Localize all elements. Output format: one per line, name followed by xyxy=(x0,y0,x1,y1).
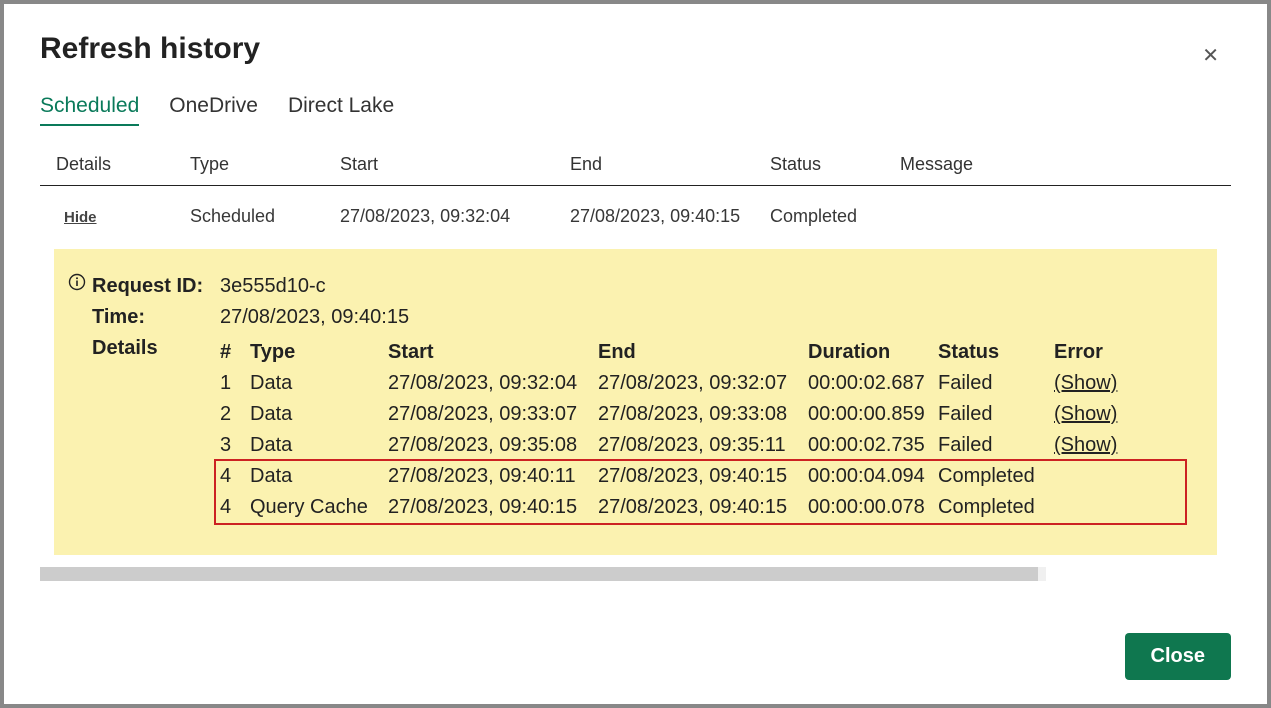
col-details: Details xyxy=(50,154,190,175)
details-label: Details xyxy=(92,333,220,364)
attempt-row: 1Data27/08/2023, 09:32:0427/08/2023, 09:… xyxy=(220,368,1187,399)
time-value: 27/08/2023, 09:40:15 xyxy=(220,302,1187,333)
highlight-frame: 4Data27/08/2023, 09:40:1127/08/2023, 09:… xyxy=(214,459,1187,525)
tab-scheduled[interactable]: Scheduled xyxy=(40,94,139,126)
refresh-history-dialog: Refresh history ✕ Scheduled OneDrive Dir… xyxy=(4,4,1267,704)
attempts-table: # Type Start End Duration Status Error 1… xyxy=(220,337,1187,525)
row-type: Scheduled xyxy=(190,206,340,227)
show-error-link[interactable]: (Show) xyxy=(1054,372,1117,394)
close-icon[interactable]: ✕ xyxy=(1202,46,1219,66)
row-end: 27/08/2023, 09:40:15 xyxy=(570,206,770,227)
row-status: Completed xyxy=(770,206,900,227)
attempt-row: 4Data27/08/2023, 09:40:1127/08/2023, 09:… xyxy=(220,461,1183,492)
close-button[interactable]: Close xyxy=(1125,633,1231,680)
detail-panel: Request ID: 3e555d10-c Time: 27/08/2023,… xyxy=(54,249,1217,555)
dialog-title: Refresh history xyxy=(40,32,1231,66)
request-id-label: Request ID: xyxy=(92,271,220,302)
show-error-link[interactable]: (Show) xyxy=(1054,403,1117,425)
info-icon xyxy=(68,273,86,291)
show-error-link[interactable]: (Show) xyxy=(1054,434,1117,456)
col-start: Start xyxy=(340,154,570,175)
time-label: Time: xyxy=(92,302,220,333)
horizontal-scrollbar-thumb[interactable] xyxy=(40,567,1038,581)
table-row: Hide Scheduled 27/08/2023, 09:32:04 27/0… xyxy=(40,186,1231,235)
attempt-row: 4Query Cache27/08/2023, 09:40:1527/08/20… xyxy=(220,492,1183,523)
col-message: Message xyxy=(900,154,1221,175)
col-end: End xyxy=(570,154,770,175)
hide-details-link[interactable]: Hide xyxy=(56,209,97,226)
tab-onedrive[interactable]: OneDrive xyxy=(169,94,258,126)
horizontal-scrollbar[interactable] xyxy=(40,567,1046,581)
request-id-value: 3e555d10-c xyxy=(220,271,1187,302)
row-message xyxy=(900,206,1221,227)
row-start: 27/08/2023, 09:32:04 xyxy=(340,206,570,227)
tab-direct-lake[interactable]: Direct Lake xyxy=(288,94,394,126)
history-body: Details Type Start End Status Message Hi… xyxy=(40,154,1231,597)
col-type: Type xyxy=(190,154,340,175)
col-status: Status xyxy=(770,154,900,175)
table-header: Details Type Start End Status Message xyxy=(40,154,1231,186)
attempt-row: 3Data27/08/2023, 09:35:0827/08/2023, 09:… xyxy=(220,430,1187,461)
attempts-header: # Type Start End Duration Status Error xyxy=(220,337,1187,368)
dialog-footer: Close xyxy=(40,597,1231,680)
tab-list: Scheduled OneDrive Direct Lake xyxy=(40,94,1231,126)
attempt-row: 2Data27/08/2023, 09:33:0727/08/2023, 09:… xyxy=(220,399,1187,430)
